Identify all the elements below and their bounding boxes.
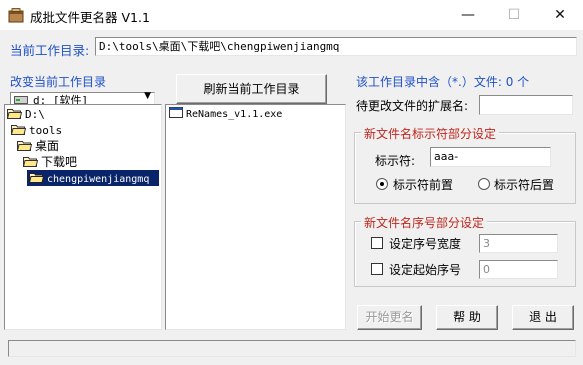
marker-prefix-radio[interactable] [376,178,388,190]
file-count-text: 该工作目录中含（*.）文件: 0 个 [356,75,530,89]
file-list[interactable]: ReNames_v1.1.exe [165,104,346,330]
drive-icon [14,96,28,104]
serial-width-checkbox[interactable] [371,237,383,249]
tree-item-desktop[interactable]: 桌面 [17,138,59,154]
marker-prefix-label: 标示符前置 [393,178,454,192]
exit-button[interactable]: 退 出 [512,305,574,330]
tree-item-root[interactable]: D:\ [7,106,45,122]
serial-settings-legend: 新文件名序号部分设定 [361,214,488,231]
tree-item-downloads[interactable]: 下载吧 [23,154,77,170]
window-title: 成批文件更名器 V1.1 [30,10,150,25]
tree-item-tools[interactable]: tools [11,122,62,138]
serial-width-input[interactable]: 3 [479,234,558,253]
directory-tree[interactable]: D:\ tools 桌面 下载吧 chengpiwenjiangmq [4,104,162,330]
marker-suffix-radio[interactable] [478,178,490,190]
minimize-button[interactable]: — [445,0,491,30]
open-folder-icon [17,141,32,151]
open-folder-icon [23,157,38,167]
chevron-down-icon: ▼ [144,91,151,101]
help-button[interactable]: 帮 助 [436,305,498,330]
close-button[interactable]: ✕ [537,0,583,30]
status-bar [8,340,576,357]
marker-suffix-label: 标示符后置 [494,178,555,192]
serial-start-checkbox[interactable] [371,263,383,275]
open-folder-icon [29,173,44,183]
exe-file-icon [169,107,183,118]
change-dir-heading: 改变当前工作目录 [10,75,107,89]
maximize-button[interactable]: ☐ [491,0,537,30]
extension-input[interactable] [479,95,573,115]
serial-width-label: 设定序号宽度 [389,237,462,251]
open-folder-icon [7,109,22,119]
refresh-dir-button[interactable]: 刷新当前工作目录 [176,74,327,104]
serial-start-input[interactable]: 0 [479,260,558,279]
marker-input[interactable]: aaa- [430,147,551,167]
extension-label: 待更改文件的扩展名: [356,99,469,113]
serial-start-label: 设定起始序号 [389,263,462,277]
start-rename-button[interactable]: 开始更名 [357,305,422,330]
file-list-item[interactable]: ReNames_v1.1.exe [169,105,282,121]
open-folder-icon [11,125,26,135]
app-icon [8,8,24,23]
tree-item-selected[interactable]: chengpiwenjiangmq [27,170,159,186]
marker-label: 标示符: [375,154,416,168]
current-dir-label: 当前工作目录: [10,43,90,58]
marker-settings-legend: 新文件名标示符部分设定 [361,125,500,142]
current-dir-field[interactable]: D:\tools\桌面\下载吧\chengpiwenjiangmq [95,37,577,56]
